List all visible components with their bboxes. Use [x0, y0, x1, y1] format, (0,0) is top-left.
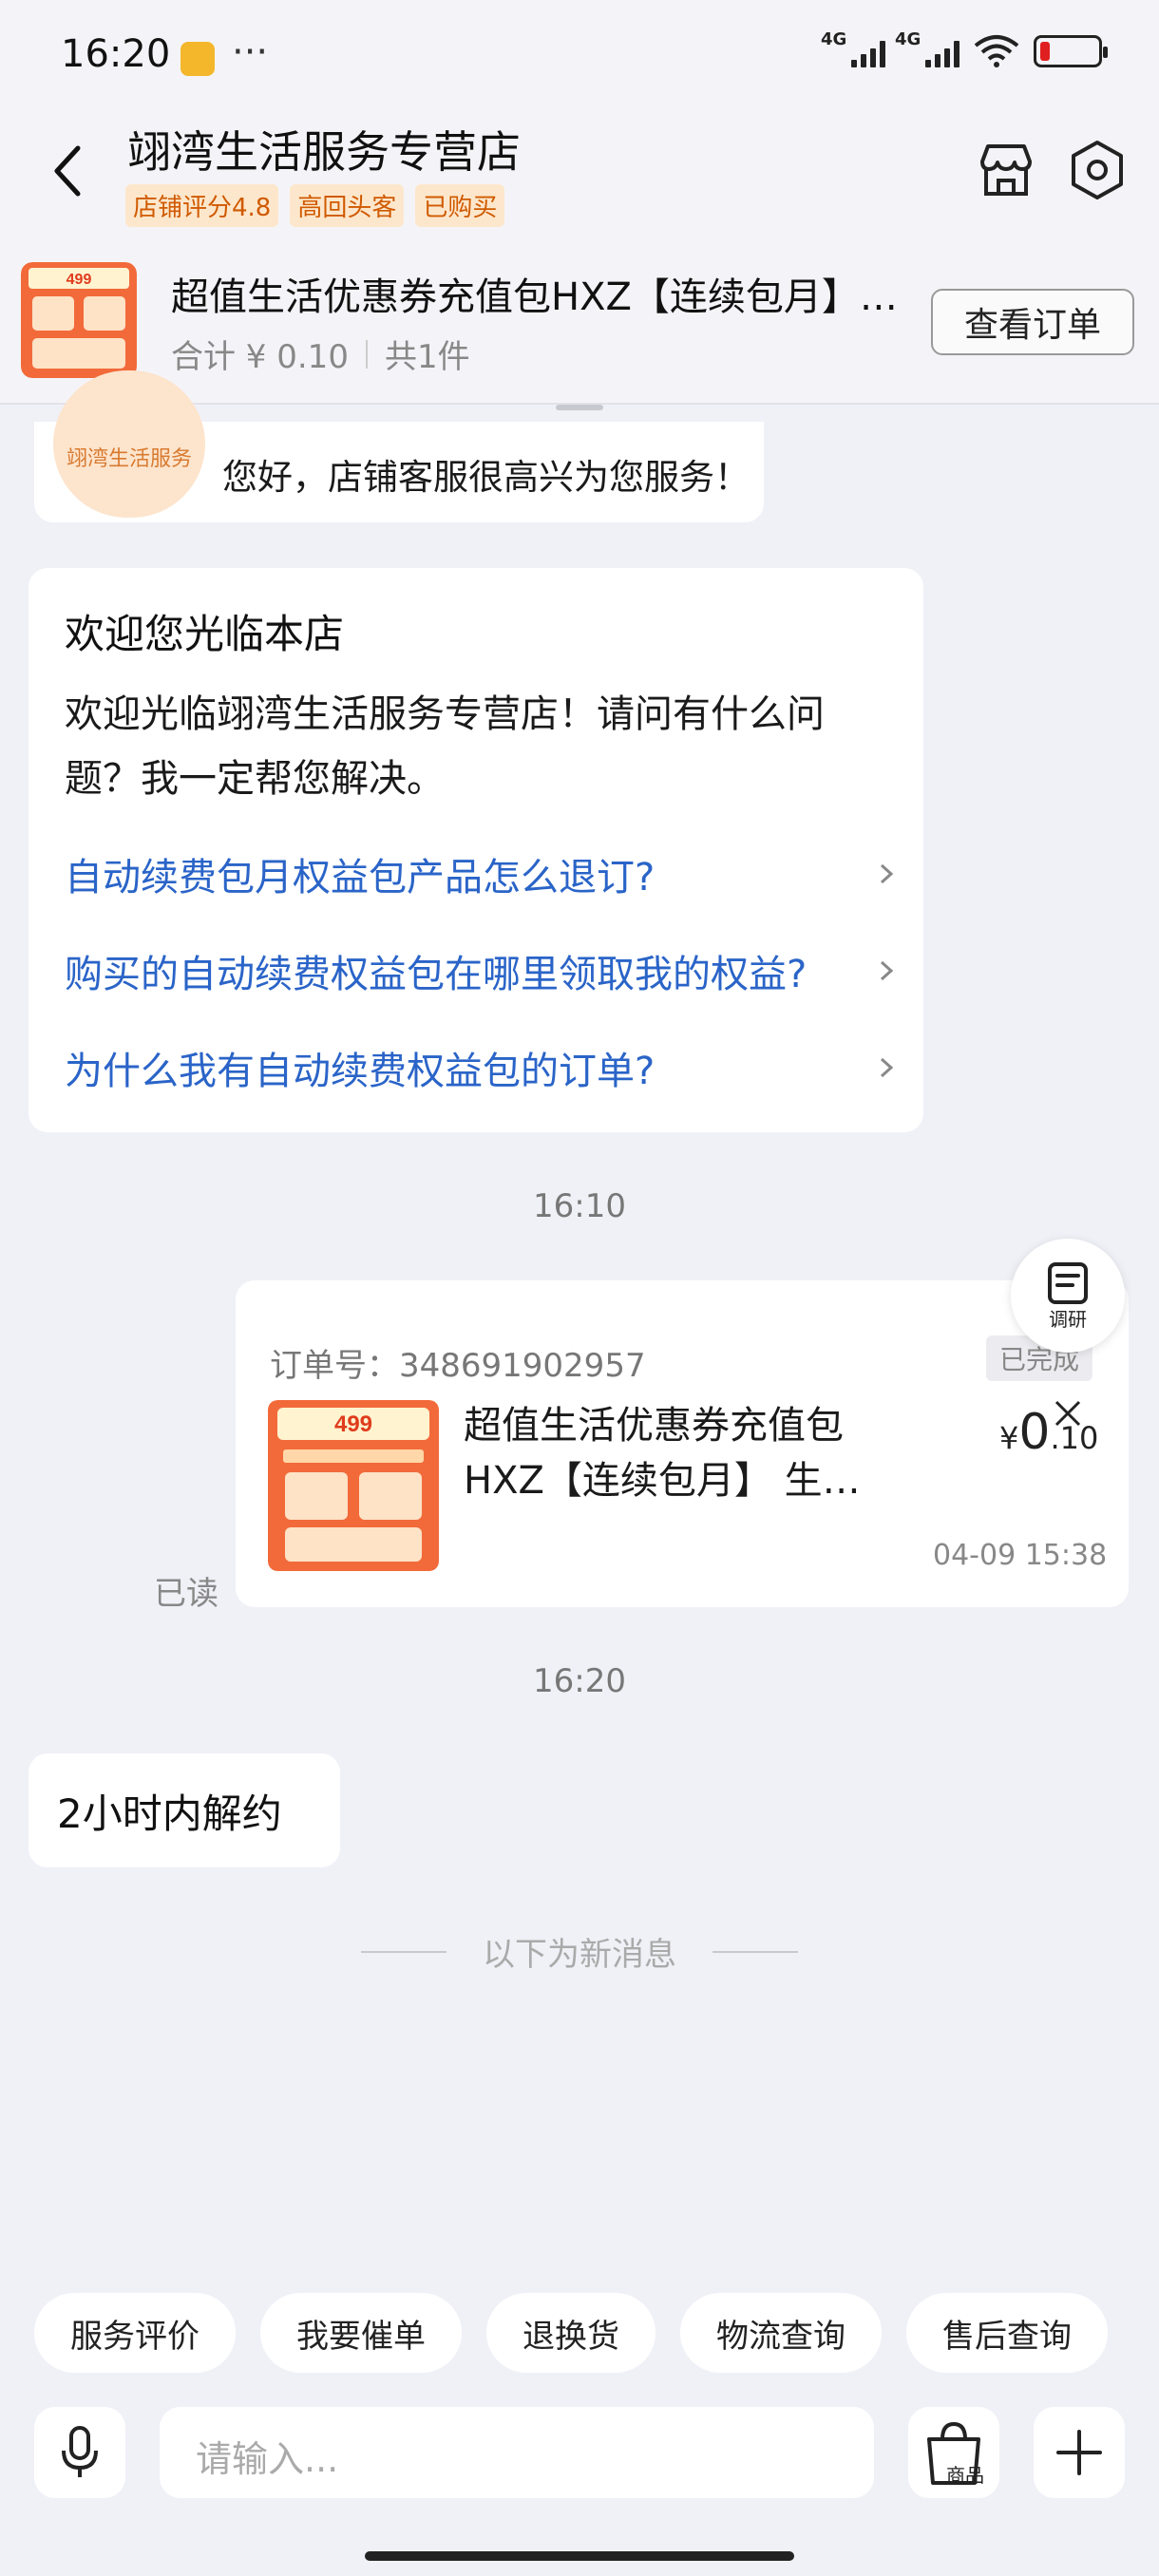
shop-name: 翊湾生活服务专营店 [127, 126, 521, 178]
input-bar: 请输入... 商品 [0, 2388, 1159, 2576]
message-input[interactable]: 请输入... [160, 2407, 990, 2498]
avatar-text: 翊湾生活服务 [66, 446, 192, 471]
order-number: 订单号：348691902957 [270, 1347, 646, 1385]
order-total: 合计 ¥ 0.10 [171, 338, 349, 376]
message-timestamp: 16:20 [533, 1662, 626, 1700]
chat-message: 2小时内解约 [28, 1753, 340, 1867]
message-input-placeholder: 请输入... [196, 2438, 339, 2480]
faq-question: 购买的自动续费权益包在哪里领取我的权益? [65, 953, 808, 996]
svg-text:499: 499 [66, 272, 92, 288]
order-product-title[interactable]: 超值生活优惠券充值包HXZ【连续包月】生活权益 [171, 266, 902, 321]
quick-actions: 服务评价 我要催单 退换货 物流查询 售后查询 [34, 2293, 1108, 2373]
shop-avatar[interactable]: 翊湾生活服务 [53, 370, 205, 518]
product-thumbnail[interactable]: 499 [21, 262, 137, 378]
goods-button[interactable]: 商品 [908, 2407, 999, 2498]
chevron-right-icon [880, 1057, 894, 1078]
welcome-body: 欢迎光临翊湾生活服务专营店！请问有什么问题？我一定帮您解决。 [65, 692, 825, 801]
greeting-text: 您好，店铺客服很高兴为您服务！ [222, 457, 750, 498]
home-indicator[interactable] [365, 2551, 794, 2561]
shop-tags: 店铺评分4.8 高回头客 已购买 [125, 184, 505, 227]
store-icon[interactable] [973, 137, 1039, 203]
order-summary-bar: 499 超值生活优惠券充值包HXZ【连续包月】生活权益 合计 ¥ 0.10 共1… [0, 237, 1159, 405]
divider [365, 339, 368, 369]
battery-icon [1034, 35, 1108, 67]
plus-icon [1056, 2430, 1102, 2475]
message-timestamp: 16:10 [533, 1187, 626, 1225]
chevron-right-icon [880, 863, 894, 884]
quick-action-logistics[interactable]: 物流查询 [680, 2293, 882, 2373]
wifi-icon [974, 35, 1019, 67]
app-notification-icon [180, 42, 215, 76]
survey-icon [1048, 1261, 1088, 1304]
order-date: 04-09 15:38 [933, 1539, 1108, 1572]
shop-rating-tag: 店铺评分4.8 [125, 184, 279, 227]
faq-item[interactable]: 自动续费包月权益包产品怎么退订? [65, 845, 901, 902]
chat-header: 翊湾生活服务专营店 店铺评分4.8 高回头客 已购买 [0, 104, 1159, 237]
quick-action-return-exchange[interactable]: 退换货 [486, 2293, 656, 2373]
mic-icon [62, 2426, 98, 2477]
welcome-title: 欢迎您光临本店 [65, 611, 345, 657]
order-card[interactable]: 订单号：348691902957 已完成 499 超值生活优惠券充值包HXZ【连… [236, 1280, 1129, 1607]
product-thumbnail: 499 [268, 1400, 439, 1571]
status-time: 16:20 [61, 32, 171, 76]
faq-item[interactable]: 为什么我有自动续费权益包的订单? [65, 1039, 901, 1096]
faq-question: 自动续费包月权益包产品怎么退订? [65, 856, 656, 900]
drag-handle[interactable] [556, 405, 603, 410]
close-icon[interactable] [1049, 1394, 1087, 1432]
read-receipt: 已读 [154, 1575, 218, 1613]
order-item-count: 共1件 [384, 338, 470, 376]
status-bar: 16:20 ··· 4G 4G [0, 0, 1159, 104]
order-meta: 合计 ¥ 0.10 共1件 [171, 331, 470, 377]
back-arrow-icon[interactable] [38, 131, 99, 211]
cellular-signal-icon: 4G [821, 29, 885, 67]
svg-text:499: 499 [334, 1411, 372, 1437]
more-options-button[interactable] [1034, 2407, 1125, 2498]
repeat-customer-tag: 高回头客 [290, 184, 405, 227]
survey-button[interactable]: 调研 [1011, 1239, 1125, 1353]
view-order-button[interactable]: 查看订单 [931, 289, 1134, 355]
more-notifications-icon: ··· [232, 30, 269, 74]
chevron-right-icon [880, 960, 894, 981]
quick-action-urge-order[interactable]: 我要催单 [260, 2293, 462, 2373]
quick-action-after-sales[interactable]: 售后查询 [906, 2293, 1108, 2373]
settings-hexagon-icon[interactable] [1064, 137, 1130, 203]
faq-question: 为什么我有自动续费权益包的订单? [65, 1050, 656, 1093]
goods-label: 商品 [946, 2464, 984, 2487]
new-messages-divider: 以下为新消息 [361, 1928, 798, 1975]
survey-label: 调研 [1049, 1307, 1087, 1331]
faq-item[interactable]: 购买的自动续费权益包在哪里领取我的权益? [65, 942, 901, 999]
quick-action-service-rating[interactable]: 服务评价 [34, 2293, 236, 2373]
cellular-signal-icon: 4G [895, 29, 960, 67]
welcome-card: 欢迎您光临本店 欢迎光临翊湾生活服务专营店！请问有什么问题？我一定帮您解决。 自… [28, 568, 923, 1132]
status-indicators: 4G 4G [821, 29, 1108, 68]
new-messages-label: 以下为新消息 [483, 1936, 676, 1974]
order-product-title: 超值生活优惠券充值包HXZ【连续包月】 生… [464, 1404, 861, 1503]
purchased-tag: 已购买 [415, 184, 505, 227]
voice-input-button[interactable] [34, 2407, 125, 2498]
